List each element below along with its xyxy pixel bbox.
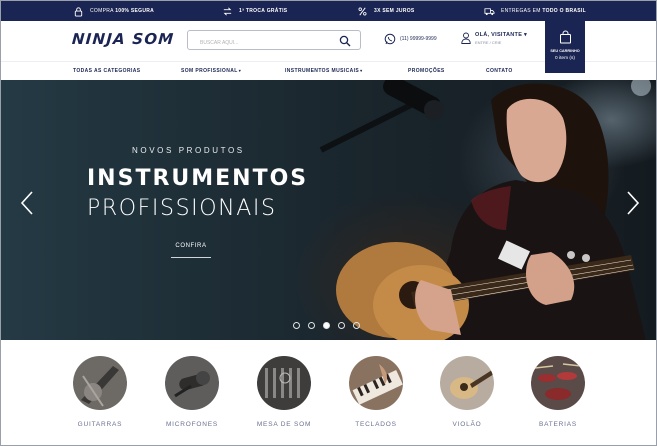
carousel-dot[interactable]	[353, 322, 360, 329]
benefit-exchange-label: 1ª TROCA GRÁTIS	[239, 8, 288, 14]
hero-cta-button[interactable]: CONFIRA	[171, 240, 211, 258]
user-icon	[461, 32, 471, 44]
benefit-shipping-prefix: ENTREGAS EM	[501, 8, 541, 14]
category-guitars[interactable]: GUITARRAS	[65, 356, 135, 428]
category-image	[349, 356, 403, 410]
benefit-shipping-bold: TODO O BRASIL	[542, 8, 586, 14]
category-acoustic-guitar[interactable]: VIOLÃO	[432, 356, 502, 428]
benefit-secure-bold: 100% SEGURA	[115, 8, 155, 14]
category-label: BATERIAS	[538, 421, 578, 428]
whatsapp-icon	[384, 33, 396, 45]
hero-title: INSTRUMENTOS	[87, 166, 309, 191]
search-input[interactable]	[188, 34, 328, 52]
category-label: MESA DE SOM	[256, 421, 312, 428]
category-label: VIOLÃO	[452, 421, 482, 428]
phone-number: (11) 99999-9999	[400, 36, 437, 42]
nav-all-categories[interactable]: TODAS AS CATEGORIAS	[73, 68, 141, 74]
nav-label: TODAS AS CATEGORIAS	[73, 68, 141, 74]
category-strip: GUITARRAS MICROFONES MESA DE SOM TECLADO…	[1, 340, 656, 445]
chevron-down-icon: ▾	[524, 32, 528, 38]
category-image	[73, 356, 127, 410]
category-image	[165, 356, 219, 410]
nav-label: CONTATO	[486, 68, 513, 74]
category-label: MICROFONES	[165, 421, 219, 428]
chevron-left-icon[interactable]	[19, 190, 35, 216]
percent-icon	[358, 7, 367, 15]
hero-subtitle: PROFISSIONAIS	[87, 196, 277, 221]
page: COMPRA 100% SEGURA 1ª TROCA GRÁTIS 3X SE…	[0, 0, 657, 446]
category-image	[440, 356, 494, 410]
nav-contact[interactable]: CONTATO	[486, 68, 513, 74]
keyboard-thumbnail	[349, 356, 403, 410]
category-label: TECLADOS	[355, 421, 397, 428]
cart-label: SEU CARRINHO	[550, 49, 580, 53]
lock-icon	[74, 6, 83, 17]
category-label: GUITARRAS	[77, 421, 123, 428]
benefit-installments-label: 3X SEM JUROS	[374, 8, 415, 14]
category-image	[531, 356, 585, 410]
benefit-exchange: 1ª TROCA GRÁTIS	[222, 1, 287, 21]
hero-banner: NOVOS PRODUTOS INSTRUMENTOS PROFISSIONAI…	[1, 80, 656, 340]
nav-label: SOM PROFISSIONAL	[181, 68, 238, 74]
search-icon[interactable]	[339, 35, 351, 47]
carousel-dots	[293, 322, 360, 329]
cart-button[interactable]: SEU CARRINHO 0 item (s)	[545, 21, 585, 73]
carousel-dot[interactable]	[338, 322, 345, 329]
guitarist-photo	[319, 80, 651, 340]
nav-pro-sound[interactable]: SOM PROFISSIONAL▾	[181, 68, 241, 74]
shopping-bag-icon	[559, 30, 571, 44]
chevron-right-icon[interactable]	[625, 190, 641, 216]
microphone-thumbnail	[165, 356, 219, 410]
nav-promotions[interactable]: PROMOÇÕES	[408, 68, 445, 74]
nav-label: INSTRUMENTOS MUSICAIS	[285, 68, 360, 74]
top-benefits-bar: COMPRA 100% SEGURA 1ª TROCA GRÁTIS 3X SE…	[1, 1, 656, 21]
carousel-dot[interactable]	[308, 322, 315, 329]
truck-icon	[484, 7, 495, 15]
category-microphones[interactable]: MICROFONES	[157, 356, 227, 428]
user-greeting: OLÁ, VISITANTE	[475, 32, 523, 38]
search-box	[187, 30, 361, 52]
drums-thumbnail	[531, 356, 585, 410]
user-account[interactable]: OLÁ, VISITANTE ▾ ENTRE / CRIE	[461, 32, 527, 45]
nav-instruments[interactable]: INSTRUMENTOS MUSICAIS▾	[285, 68, 363, 74]
chevron-down-icon: ▾	[360, 68, 363, 73]
benefit-installments: 3X SEM JUROS	[357, 1, 415, 21]
category-drums[interactable]: BATERIAS	[523, 356, 593, 428]
user-login-link[interactable]: ENTRE / CRIE	[475, 40, 527, 45]
mixer-thumbnail	[257, 356, 311, 410]
hero-eyebrow: NOVOS PRODUTOS	[132, 146, 245, 155]
benefit-shipping: ENTREGAS EM TODO O BRASIL	[484, 1, 586, 21]
phone-contact[interactable]: (11) 99999-9999	[384, 33, 437, 45]
benefit-secure-prefix: COMPRA	[90, 8, 114, 14]
chevron-down-icon: ▾	[238, 68, 242, 73]
carousel-dot[interactable]	[293, 322, 300, 329]
acoustic-guitar-thumbnail	[440, 356, 494, 410]
cart-count: 0 item (s)	[555, 56, 575, 61]
exchange-icon	[223, 7, 232, 15]
site-logo[interactable]: NINJA SOM	[71, 30, 175, 48]
category-mixers[interactable]: MESA DE SOM	[249, 356, 319, 428]
guitar-thumbnail	[73, 356, 127, 410]
benefit-secure: COMPRA 100% SEGURA	[73, 1, 154, 21]
category-image	[257, 356, 311, 410]
carousel-dot-active[interactable]	[323, 322, 330, 329]
nav-label: PROMOÇÕES	[408, 68, 445, 74]
category-keyboards[interactable]: TECLADOS	[341, 356, 411, 428]
